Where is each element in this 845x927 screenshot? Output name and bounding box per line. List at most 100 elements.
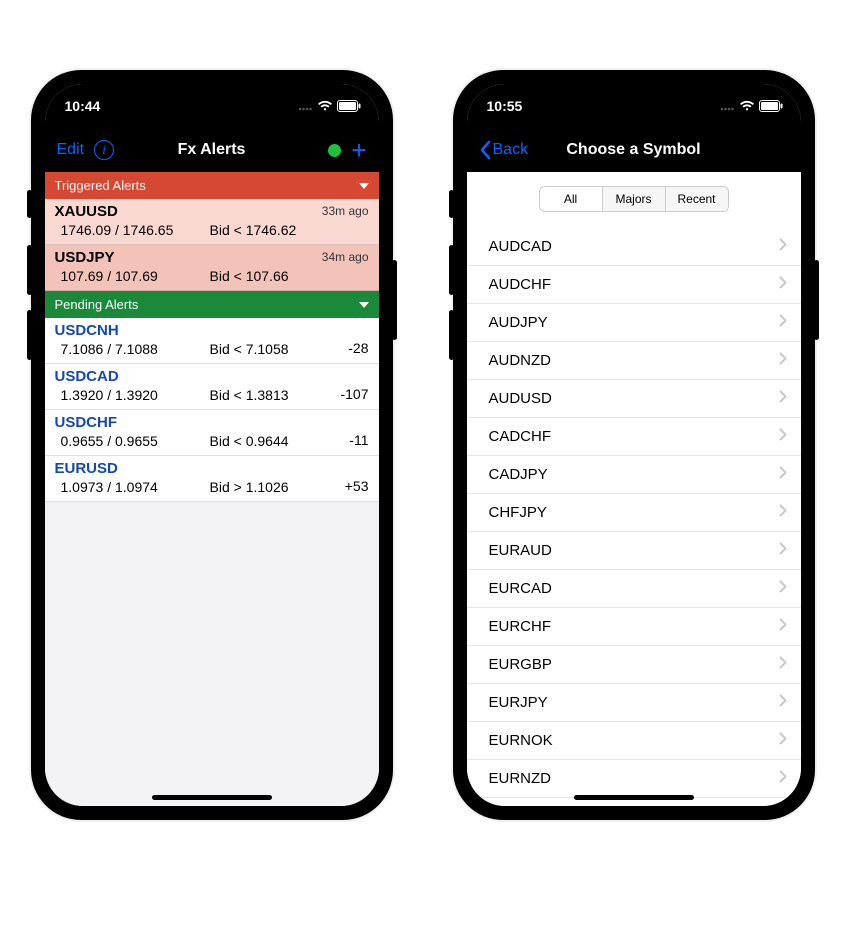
hw-button [814, 260, 819, 340]
screen-symbol-picker: 10:55 Back Choose a Symbol All Majors R [467, 84, 801, 806]
alert-row[interactable]: USDCNH 7.1086 / 7.1088 Bid < 7.1058 -28 [45, 318, 379, 364]
status-time: 10:44 [65, 98, 101, 114]
alerts-list: Triggered Alerts XAUUSD 1746.09 / 1746.6… [45, 172, 379, 806]
alert-row[interactable]: USDJPY 107.69 / 107.69 Bid < 107.66 34m … [45, 245, 379, 291]
chevron-right-icon [779, 580, 787, 597]
symbol-row[interactable]: EURJPY [467, 684, 801, 722]
back-button[interactable]: Back [479, 140, 529, 160]
alert-condition: Bid < 1746.62 [210, 222, 371, 238]
symbol-row[interactable]: CHFJPY [467, 494, 801, 532]
phone-left: 10:44 Edit i Fx Alerts + Triggered Alert… [31, 70, 393, 820]
alert-quote: 1746.09 / 1746.65 [55, 222, 210, 238]
symbol-row[interactable]: CADCHF [467, 418, 801, 456]
symbol-row[interactable]: EURGBP [467, 646, 801, 684]
pending-header-label: Pending Alerts [55, 297, 139, 312]
caret-down-icon [359, 183, 369, 189]
chevron-right-icon [779, 732, 787, 749]
notch [132, 84, 292, 110]
wifi-icon [317, 100, 333, 112]
connection-status-icon [328, 144, 341, 157]
symbol-list[interactable]: AUDCAD AUDCHF AUDJPY AUDNZD AUDUSD CADCHFCADJ… [467, 228, 801, 798]
wifi-icon [739, 100, 755, 112]
symbol-label: EURNOK [489, 732, 553, 749]
alert-quote: 1.0973 / 1.0974 [55, 479, 210, 495]
symbol-row[interactable]: EURAUD [467, 532, 801, 570]
alert-symbol: USDCAD [55, 368, 371, 385]
symbol-row[interactable]: EURNOK [467, 722, 801, 760]
chevron-right-icon [779, 466, 787, 483]
alert-quote: 7.1086 / 7.1088 [55, 341, 210, 357]
filter-tabs: All Majors Recent [539, 186, 729, 212]
symbol-row[interactable]: AUDCHF [467, 266, 801, 304]
symbol-row[interactable]: EURCHF [467, 608, 801, 646]
signal-icon [720, 101, 735, 111]
symbol-label: AUDUSD [489, 390, 552, 407]
hw-button [449, 245, 454, 295]
hw-button [27, 310, 32, 360]
symbol-row[interactable]: CADJPY [467, 456, 801, 494]
alert-age: 34m ago [322, 250, 369, 264]
alert-quote: 107.69 / 107.69 [55, 268, 210, 284]
chevron-right-icon [779, 542, 787, 559]
symbol-label: CHFJPY [489, 504, 547, 521]
tab-all[interactable]: All [540, 187, 602, 211]
chevron-right-icon [779, 770, 787, 787]
alert-row[interactable]: EURUSD 1.0973 / 1.0974 Bid > 1.1026 +53 [45, 456, 379, 502]
home-indicator [152, 795, 272, 800]
alert-row[interactable]: XAUUSD 1746.09 / 1746.65 Bid < 1746.62 3… [45, 199, 379, 245]
alert-symbol: USDCNH [55, 322, 371, 339]
hw-button [449, 310, 454, 360]
info-icon[interactable]: i [94, 140, 114, 160]
symbol-label: AUDJPY [489, 314, 548, 331]
home-indicator [574, 795, 694, 800]
tab-majors[interactable]: Majors [602, 187, 665, 211]
chevron-right-icon [779, 694, 787, 711]
symbol-label: EURJPY [489, 694, 548, 711]
chevron-right-icon [779, 656, 787, 673]
symbol-row[interactable]: AUDJPY [467, 304, 801, 342]
notch [554, 84, 714, 110]
symbol-label: EURNZD [489, 770, 552, 787]
nav-bar: Edit i Fx Alerts + [45, 128, 379, 172]
symbol-row[interactable]: AUDCAD [467, 228, 801, 266]
pending-header[interactable]: Pending Alerts [45, 291, 379, 318]
alert-delta: -28 [348, 340, 368, 356]
chevron-right-icon [779, 390, 787, 407]
alert-age: 33m ago [322, 204, 369, 218]
chevron-right-icon [779, 428, 787, 445]
caret-down-icon [359, 302, 369, 308]
chevron-left-icon [479, 140, 492, 160]
symbol-row[interactable]: EURNZD [467, 760, 801, 798]
chevron-right-icon [779, 276, 787, 293]
alert-delta: -11 [349, 432, 368, 448]
alert-symbol: USDCHF [55, 414, 371, 431]
symbol-label: EURCHF [489, 618, 552, 635]
chevron-right-icon [779, 352, 787, 369]
add-alert-button[interactable]: + [351, 137, 366, 163]
alert-delta: +53 [345, 478, 369, 494]
triggered-header[interactable]: Triggered Alerts [45, 172, 379, 199]
symbol-label: AUDCAD [489, 238, 552, 255]
alert-row[interactable]: USDCAD 1.3920 / 1.3920 Bid < 1.3813 -107 [45, 364, 379, 410]
status-icons [720, 100, 783, 112]
tab-recent[interactable]: Recent [665, 187, 728, 211]
triggered-header-label: Triggered Alerts [55, 178, 146, 193]
edit-button[interactable]: Edit [57, 141, 85, 159]
alert-condition: Bid < 0.9644 [210, 433, 371, 449]
back-label: Back [493, 141, 529, 159]
alert-row[interactable]: USDCHF 0.9655 / 0.9655 Bid < 0.9644 -11 [45, 410, 379, 456]
symbol-label: AUDCHF [489, 276, 552, 293]
alert-delta: -107 [340, 386, 368, 402]
symbol-row[interactable]: AUDUSD [467, 380, 801, 418]
alert-quote: 0.9655 / 0.9655 [55, 433, 210, 449]
phone-right: 10:55 Back Choose a Symbol All Majors R [453, 70, 815, 820]
symbol-row[interactable]: AUDNZD [467, 342, 801, 380]
chevron-right-icon [779, 314, 787, 331]
symbol-row[interactable]: EURCAD [467, 570, 801, 608]
symbol-label: EURCAD [489, 580, 552, 597]
alert-condition: Bid < 107.66 [210, 268, 371, 284]
chevron-right-icon [779, 238, 787, 255]
symbol-picker-content: All Majors Recent AUDCAD AUDCHF AUDJPY AUDN… [467, 172, 801, 806]
screen-alerts: 10:44 Edit i Fx Alerts + Triggered Alert… [45, 84, 379, 806]
chevron-right-icon [779, 504, 787, 521]
